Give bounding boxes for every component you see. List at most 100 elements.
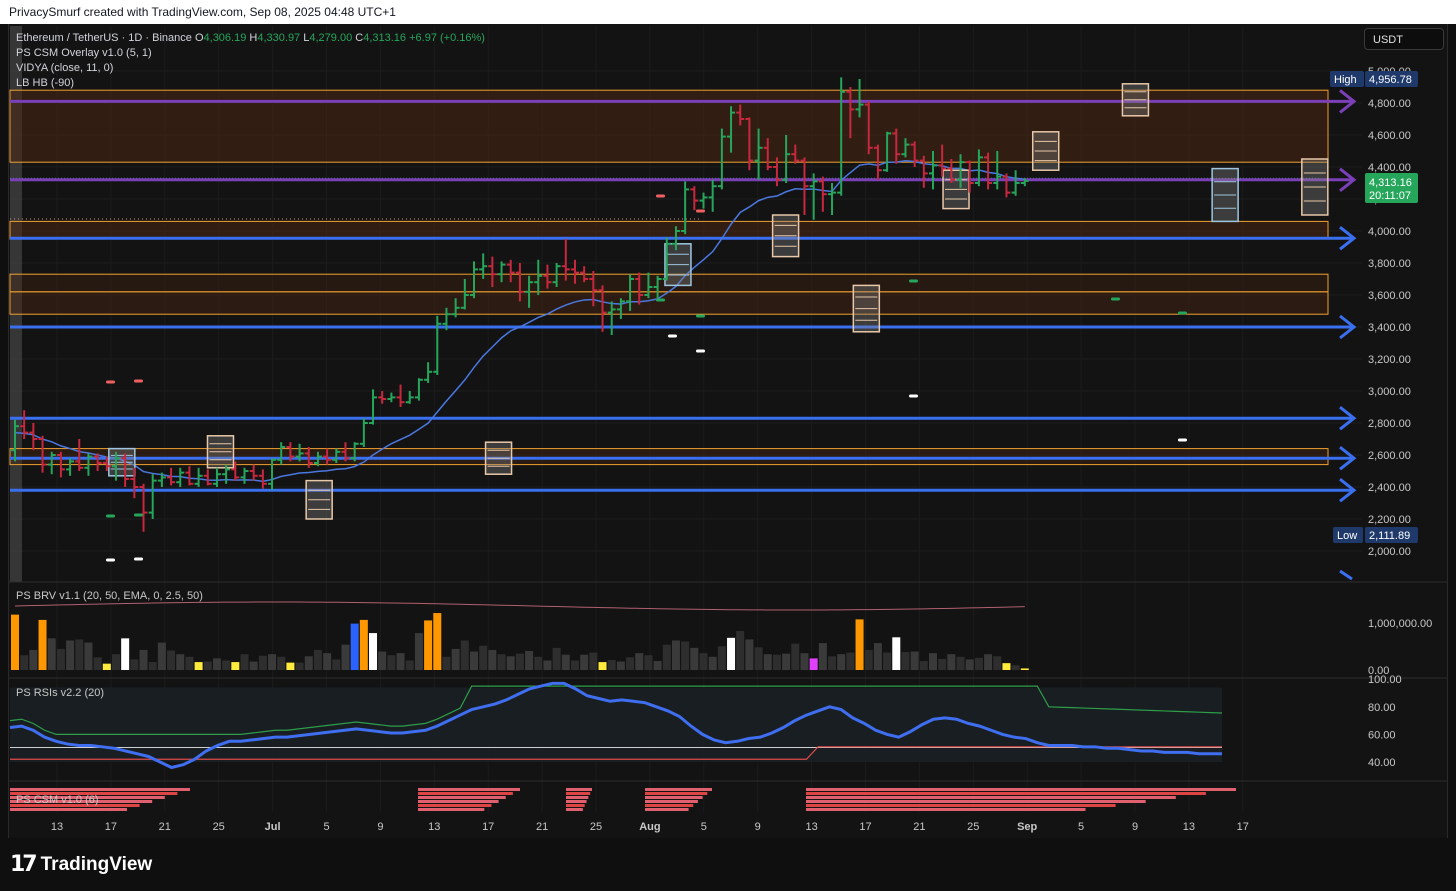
time-tick-label: 17 [1237,821,1249,833]
volume-bar [56,648,65,670]
volume-bar [626,657,635,670]
csm-bar [566,808,583,811]
csm-pane [10,788,1236,811]
volume-bar [993,656,1002,670]
time-tick-label: Jul [265,821,281,833]
volume-bar [286,662,295,670]
volume-bar [359,619,368,670]
csm-bar [645,788,712,791]
price-chart[interactable]: 5,000.004,800.004,600.004,400.004,200.00… [0,24,1456,838]
csm-bar [10,808,127,811]
volume-bar [727,637,736,670]
volume-bar [341,644,350,670]
volume-bar [754,647,763,670]
hb-marker [134,379,143,383]
indicator-lbhb[interactable]: LB HB (-90) [16,76,485,91]
time-tick-label: Aug [639,821,660,833]
volume-bar [892,637,901,670]
zone-box [9,220,1329,240]
zone-box [9,291,1329,315]
time-tick-label: 25 [213,821,225,833]
csm-bar [418,804,492,807]
hb-marker [134,513,143,517]
volume-average-line [14,601,1025,611]
time-tick-label: 17 [859,821,871,833]
volume-bar [102,663,111,670]
ohlc-row[interactable]: Ethereum / TetherUS · 1D · Binance O4,30… [16,31,485,46]
csm-bar [645,804,694,807]
rsi-pane-title[interactable]: PS RSIs v2.2 (20) [16,687,104,699]
hb-marker [696,349,705,353]
volume-bar [332,659,341,670]
price-axis[interactable]: 5,000.004,800.004,600.004,400.004,200.00… [1368,66,1411,558]
csm-pane-title[interactable]: PS CSM v1.0 (6) [16,794,99,806]
volume-bar [111,654,120,670]
price-tick-label: 4,800.00 [1368,98,1411,110]
time-tick-label: 25 [590,821,602,833]
time-tick-label: 17 [105,821,117,833]
price-tick-label: 2,800.00 [1368,418,1411,430]
volume-bar [212,658,221,670]
volume-bar [772,654,781,670]
rsi-band [10,687,1222,762]
price-tick-label: 4,400.00 [1368,162,1411,174]
csm-bar [566,804,585,807]
footer [0,838,1456,891]
symbol-title[interactable]: Ethereum / TetherUS · 1D · Binance [16,32,192,44]
price-tick-label: 3,200.00 [1368,354,1411,366]
chart-legend: Ethereum / TetherUS · 1D · Binance O4,30… [16,31,485,91]
time-tick-label: 9 [377,821,383,833]
brv-volume-pane: 1,000,000.000.00 [11,601,1432,677]
currency-select[interactable]: USDT [1364,28,1444,50]
volume-bar [708,656,717,670]
tradingview-logo-text: TradingView [40,853,153,875]
indicator-csm-overlay[interactable]: PS CSM Overlay v1.0 (5, 1) [16,46,485,61]
volume-bar [662,644,671,670]
volume-bar [809,658,818,670]
volume-bar [176,654,185,670]
volume-bar [938,658,947,670]
tradingview-logo[interactable]: 17 TradingView [10,852,152,877]
volume-bar [929,653,937,670]
volume-bar [130,659,139,670]
last-price-value: 4,313.16 [1369,177,1412,189]
volume-bar [828,656,837,670]
indicator-vidya[interactable]: VIDYA (close, 11, 0) [16,61,485,76]
volume-bar [424,620,433,670]
volume-bar [479,645,488,670]
time-tick-label: 13 [805,821,817,833]
volume-bar [506,656,515,670]
volume-bar [121,638,130,670]
volume-bar [910,651,919,670]
volume-bar [295,662,304,670]
rsi-pane: 100.00 80.00 60.00 40.00 [9,674,1402,770]
volume-bar [396,653,405,670]
time-tick-label: Sep [1017,821,1037,833]
open-label: O [194,32,204,44]
csm-bar [806,800,1146,803]
volume-bar [846,652,855,670]
volume-bar [139,649,148,670]
volume-bar [855,619,864,670]
volume-bar [736,630,745,670]
brv-pane-title[interactable]: PS BRV v1.1 (20, 50, EMA, 0, 2.5, 50) [16,590,203,602]
rsi-tick-label: 80.00 [1368,702,1396,714]
volume-bar [497,654,506,670]
credit-text: PrivacySmurf created with TradingView.co… [9,5,396,19]
csm-bar [806,804,1116,807]
volume-bar [791,643,800,670]
volume-bar [369,633,378,670]
volume-bar [589,652,598,670]
time-tick-label: 13 [428,821,440,833]
tradingview-logo-icon: 17 [10,852,38,877]
price-tick-label: 3,400.00 [1368,322,1411,334]
volume-bar [11,614,19,670]
csm-bar [566,788,592,791]
volume-bar [29,649,38,670]
time-axis[interactable]: 13 17 21 25 Jul 5 9 13 17 21 25 Aug 5 9 13 17 21 25 Sep 5 9 1… [51,821,1249,833]
price-tick-label: 4,600.00 [1368,130,1411,142]
volume-bar [763,654,772,670]
csm-bar [645,808,689,811]
close-value: 4,313.16 [363,32,407,44]
volume-bar [580,654,589,670]
